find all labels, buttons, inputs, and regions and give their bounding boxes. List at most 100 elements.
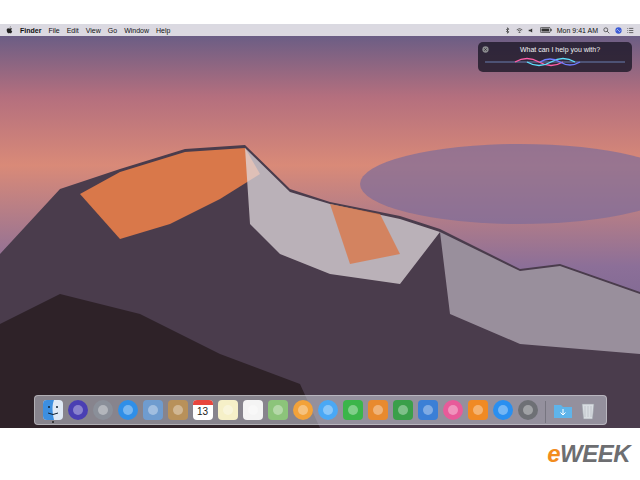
calendar-icon[interactable]: 13 — [193, 400, 213, 420]
bluetooth-icon[interactable] — [504, 27, 511, 34]
app-icon-glyph — [523, 405, 533, 415]
search-icon[interactable] — [603, 27, 610, 34]
running-indicator — [427, 421, 429, 423]
app-icon-glyph — [473, 405, 483, 415]
running-indicator — [127, 421, 129, 423]
app-icon-glyph — [448, 405, 458, 415]
app-icon-glyph — [423, 405, 433, 415]
app-icon[interactable] — [68, 400, 88, 420]
dock-item[interactable] — [68, 400, 88, 423]
app-icon[interactable] — [318, 400, 338, 420]
menu-item[interactable]: View — [86, 27, 101, 34]
running-indicator — [562, 421, 564, 423]
app-icon[interactable] — [218, 400, 238, 420]
app-icon[interactable] — [143, 400, 163, 420]
dock-item[interactable] — [43, 400, 63, 423]
dock-item[interactable] — [468, 400, 488, 423]
menu-clock[interactable]: Mon 9:41 AM — [557, 27, 598, 34]
menu-item[interactable]: Go — [108, 27, 117, 34]
wifi-icon[interactable] — [516, 27, 523, 34]
app-icon[interactable] — [518, 400, 538, 420]
dock-item[interactable] — [143, 400, 163, 423]
running-indicator — [502, 421, 504, 423]
dock-separator — [545, 401, 546, 423]
running-indicator — [102, 421, 104, 423]
running-indicator — [252, 421, 254, 423]
app-icon-glyph — [223, 405, 233, 415]
app-icon[interactable] — [343, 400, 363, 420]
desktop: 13 — [0, 36, 640, 428]
bottom-band: eWEEK — [0, 428, 640, 480]
running-indicator — [352, 421, 354, 423]
dock-item[interactable] — [293, 400, 313, 423]
finder-icon[interactable] — [43, 400, 63, 420]
dock-item[interactable] — [518, 400, 538, 423]
running-indicator — [302, 421, 304, 423]
close-icon[interactable] — [482, 46, 489, 53]
notification-center-icon[interactable] — [627, 27, 634, 34]
app-icon-glyph — [148, 405, 158, 415]
app-icon[interactable] — [468, 400, 488, 420]
app-icon[interactable] — [118, 400, 138, 420]
app-icon-glyph — [398, 405, 408, 415]
app-icon[interactable] — [243, 400, 263, 420]
calendar-day: 13 — [197, 405, 208, 419]
status-area: Mon 9:41 AM — [504, 27, 634, 34]
trash-icon[interactable] — [578, 400, 598, 420]
running-indicator — [452, 421, 454, 423]
downloads-folder-icon[interactable] — [553, 400, 573, 420]
running-indicator — [477, 421, 479, 423]
dock-item[interactable] — [93, 400, 113, 423]
app-icon[interactable] — [493, 400, 513, 420]
app-icon[interactable] — [168, 400, 188, 420]
app-icon[interactable] — [268, 400, 288, 420]
dock-item[interactable]: 13 — [193, 400, 213, 423]
battery-icon[interactable] — [540, 27, 552, 33]
dock-item[interactable] — [418, 400, 438, 423]
dock-item[interactable] — [578, 400, 598, 423]
running-indicator — [327, 421, 329, 423]
dock-item[interactable] — [368, 400, 388, 423]
app-icon-glyph — [98, 405, 108, 415]
volume-icon[interactable] — [528, 27, 535, 34]
menu-item[interactable]: Edit — [67, 27, 79, 34]
menu-bar: Finder File Edit View Go Window Help Mon 9:41 A… — [0, 24, 640, 36]
dock-item[interactable] — [168, 400, 188, 423]
dock-item[interactable] — [493, 400, 513, 423]
menu-item[interactable]: File — [48, 27, 59, 34]
desktop-screen: Finder File Edit View Go Window Help Mon 9:41 A… — [0, 24, 640, 428]
top-margin — [0, 0, 640, 24]
menu-item[interactable]: Window — [124, 27, 149, 34]
running-indicator — [177, 421, 179, 423]
dock-item[interactable] — [218, 400, 238, 423]
dock-item[interactable] — [443, 400, 463, 423]
app-icon[interactable] — [418, 400, 438, 420]
dock-item[interactable] — [343, 400, 363, 423]
app-icon[interactable] — [393, 400, 413, 420]
app-icon-glyph — [298, 405, 308, 415]
calendar-header — [193, 400, 213, 405]
dock-item[interactable] — [268, 400, 288, 423]
apple-icon[interactable] — [6, 26, 13, 34]
siri-window[interactable]: What can I help you with? — [478, 42, 632, 72]
running-indicator — [152, 421, 154, 423]
app-icon[interactable] — [368, 400, 388, 420]
app-icon[interactable] — [93, 400, 113, 420]
siri-icon[interactable] — [615, 27, 622, 34]
running-indicator — [402, 421, 404, 423]
dock-item[interactable] — [553, 400, 573, 423]
app-icon-glyph — [373, 405, 383, 415]
app-menu[interactable]: Finder — [20, 27, 41, 34]
running-indicator — [227, 421, 229, 423]
dock-item[interactable] — [243, 400, 263, 423]
siri-prompt: What can I help you with? — [510, 46, 600, 53]
dock-item[interactable] — [118, 400, 138, 423]
app-icon[interactable] — [293, 400, 313, 420]
menu-item[interactable]: Help — [156, 27, 170, 34]
app-icon[interactable] — [443, 400, 463, 420]
dock-item[interactable] — [393, 400, 413, 423]
dock-item[interactable] — [318, 400, 338, 423]
running-indicator — [77, 421, 79, 423]
siri-waveform-icon — [485, 55, 625, 69]
running-indicator — [587, 421, 589, 423]
